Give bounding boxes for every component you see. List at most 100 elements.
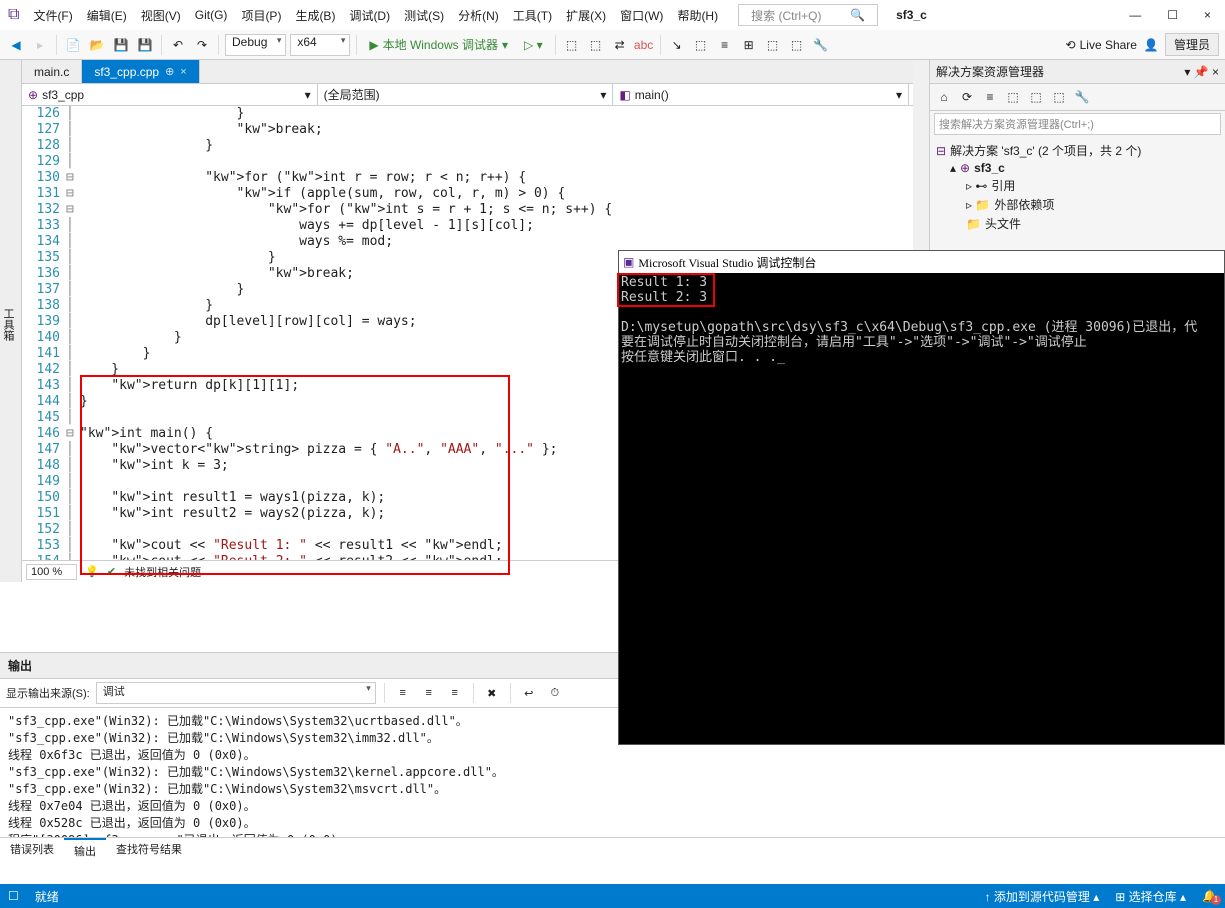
out-icon-1[interactable]: ≡ — [393, 683, 413, 703]
console-titlebar[interactable]: ▣ Microsoft Visual Studio 调试控制台 — [619, 251, 1224, 273]
light-bulb-icon[interactable]: 💡 — [85, 565, 99, 578]
solution-tree[interactable]: ⊟解决方案 'sf3_c' (2 个项目，共 2 个) ▴ ⊕ sf3_c ▹ … — [930, 137, 1225, 237]
tree-external-deps[interactable]: ▹ 📁 外部依赖项 — [936, 195, 1219, 214]
solution-title: 解决方案资源管理器 — [936, 63, 1044, 80]
tab-find-symbol[interactable]: 查找符号结果 — [106, 838, 192, 862]
toolbar-icon-4[interactable]: abc — [634, 35, 654, 55]
menu-build[interactable]: 生成(B) — [289, 6, 341, 25]
forward-button[interactable]: ▸ — [30, 35, 50, 55]
menu-file[interactable]: 文件(F) — [27, 6, 78, 25]
sol-icon-2[interactable]: ⟳ — [957, 87, 977, 107]
feedback-icon[interactable]: 👤 — [1141, 35, 1161, 55]
toolbar-icon-6[interactable]: ⬚ — [691, 35, 711, 55]
toolbar-icon-10[interactable]: ⬚ — [787, 35, 807, 55]
global-search-input[interactable]: 搜索 (Ctrl+Q) 🔍 — [738, 4, 878, 26]
status-ready: 就绪 — [35, 888, 59, 905]
back-button[interactable]: ◀ — [6, 35, 26, 55]
sol-icon-5[interactable]: ⬚ — [1026, 87, 1046, 107]
start-nodebug-button[interactable]: ▷ ▾ — [518, 38, 549, 52]
menu-extensions[interactable]: 扩展(X) — [560, 6, 612, 25]
redo-button[interactable]: ↷ — [192, 35, 212, 55]
sol-icon-6[interactable]: ⬚ — [1049, 87, 1069, 107]
zoom-level[interactable]: 100 % — [26, 564, 77, 580]
toolbar-icon-9[interactable]: ⬚ — [763, 35, 783, 55]
panel-pin-icon[interactable]: 📌 — [1194, 65, 1209, 79]
start-debug-button[interactable]: ▶ 本地 Windows 调试器 ▾ — [363, 36, 514, 53]
status-bar: ☐ 就绪 ↑ 添加到源代码管理 ▴ ⊞ 选择仓库 ▴ 🔔1 — [0, 884, 1225, 908]
status-repo[interactable]: ⊞ 选择仓库 ▴ — [1115, 888, 1186, 905]
output-bottom-tabs: 错误列表 输出 查找符号结果 — [0, 837, 1225, 862]
nav-scope-dropdown[interactable]: (全局范围)▾ — [318, 84, 614, 105]
nav-member-dropdown[interactable]: ◧main()▾ — [613, 84, 909, 105]
sol-wrench-icon[interactable]: 🔧 — [1072, 87, 1092, 107]
toolbar-icon-11[interactable]: 🔧 — [811, 35, 831, 55]
menu-view[interactable]: 视图(V) — [135, 6, 187, 25]
panel-dropdown-icon[interactable]: ▾ — [1184, 65, 1190, 79]
live-share-button[interactable]: ⟲ Live Share — [1066, 38, 1137, 52]
new-item-button[interactable]: 📄 — [63, 35, 83, 55]
debug-console-window[interactable]: ▣ Microsoft Visual Studio 调试控制台 Result 1… — [618, 250, 1225, 745]
toolbar-icon-5[interactable]: ↘ — [667, 35, 687, 55]
tab-pin-icon[interactable]: ⊕ — [165, 65, 174, 78]
status-source-control[interactable]: ↑ 添加到源代码管理 ▴ — [985, 888, 1100, 905]
toolbar-icon-3[interactable]: ⇄ — [610, 35, 630, 55]
config-dropdown[interactable]: Debug — [225, 34, 286, 56]
issues-status: 未找到相关问题 — [124, 564, 201, 580]
tree-headers[interactable]: 📁 头文件 — [936, 214, 1219, 233]
menu-bar[interactable]: ⧉ 文件(F) 编辑(E) 视图(V) Git(G) 项目(P) 生成(B) 调… — [0, 0, 1225, 30]
tree-project[interactable]: ▴ ⊕ sf3_c — [936, 160, 1219, 176]
nav-project-dropdown[interactable]: ⊕sf3_cpp▾ — [22, 84, 318, 105]
tree-references[interactable]: ▹ ⊷ 引用 — [936, 176, 1219, 195]
menu-project[interactable]: 项目(P) — [235, 6, 287, 25]
toolbar-icon-1[interactable]: ⬚ — [562, 35, 582, 55]
project-name: sf3_c — [880, 8, 943, 22]
solution-search-input[interactable]: 搜索解决方案资源管理器(Ctrl+;) — [934, 113, 1221, 135]
tab-close-icon[interactable]: × — [180, 66, 186, 78]
tab-error-list[interactable]: 错误列表 — [0, 838, 64, 862]
line-gutter: 1261271281291301311321331341351361371381… — [22, 106, 66, 560]
server-explorer-pin[interactable]: 工具箱 — [0, 60, 22, 582]
toolbar-icon-7[interactable]: ≡ — [715, 35, 735, 55]
fold-column[interactable]: ││││⊟⊟⊟│││││││││││││⊟│││││││││││ — [66, 106, 80, 560]
window-maximize-button[interactable]: ☐ — [1155, 8, 1190, 22]
status-bell-icon[interactable]: 🔔1 — [1202, 889, 1217, 903]
save-all-button[interactable]: 💾 — [135, 35, 155, 55]
file-tabs: main.c sf3_cpp.cpp ⊕ × — [22, 60, 929, 84]
out-icon-2[interactable]: ≡ — [419, 683, 439, 703]
platform-dropdown[interactable]: x64 — [290, 34, 350, 56]
toolbar-icon-2[interactable]: ⬚ — [586, 35, 606, 55]
main-toolbar: ◀ ▸ 📄 📂 💾 💾 ↶ ↷ Debug x64 ▶ 本地 Windows 调… — [0, 30, 1225, 60]
console-icon: ▣ — [623, 255, 634, 270]
tab-sf3-cpp[interactable]: sf3_cpp.cpp ⊕ × — [82, 60, 199, 83]
menu-help[interactable]: 帮助(H) — [671, 6, 724, 25]
admin-badge: 管理员 — [1165, 33, 1219, 56]
menu-git[interactable]: Git(G) — [189, 7, 234, 23]
menu-window[interactable]: 窗口(W) — [614, 6, 669, 25]
open-button[interactable]: 📂 — [87, 35, 107, 55]
out-icon-3[interactable]: ≡ — [445, 683, 465, 703]
menu-test[interactable]: 测试(S) — [398, 6, 450, 25]
console-output[interactable]: Result 1: 3 Result 2: 3 D:\mysetup\gopat… — [619, 273, 1224, 367]
tree-solution-root[interactable]: ⊟解决方案 'sf3_c' (2 个项目，共 2 个) — [936, 141, 1219, 160]
undo-button[interactable]: ↶ — [168, 35, 188, 55]
output-source-dropdown[interactable]: 调试 — [96, 682, 376, 704]
sol-home-icon[interactable]: ⌂ — [934, 87, 954, 107]
out-wrap-icon[interactable]: ↩ — [519, 683, 539, 703]
menu-tools[interactable]: 工具(T) — [507, 6, 558, 25]
solution-toolbar: ⌂ ⟳ ≡ ⬚ ⬚ ⬚ 🔧 — [930, 84, 1225, 111]
menu-debug[interactable]: 调试(D) — [343, 6, 396, 25]
menu-edit[interactable]: 编辑(E) — [81, 6, 133, 25]
menu-analyze[interactable]: 分析(N) — [452, 6, 505, 25]
window-minimize-button[interactable]: — — [1117, 8, 1153, 22]
window-close-button[interactable]: × — [1192, 8, 1223, 22]
tab-output[interactable]: 输出 — [64, 838, 106, 862]
sol-icon-3[interactable]: ≡ — [980, 87, 1000, 107]
vs-logo-icon: ⧉ — [2, 6, 25, 24]
tab-main-c[interactable]: main.c — [22, 60, 82, 83]
out-icon-6[interactable]: ⏱ — [545, 683, 565, 703]
panel-close-icon[interactable]: × — [1212, 65, 1219, 79]
toolbar-icon-8[interactable]: ⊞ — [739, 35, 759, 55]
save-button[interactable]: 💾 — [111, 35, 131, 55]
out-clear-icon[interactable]: ✖ — [482, 683, 502, 703]
sol-icon-4[interactable]: ⬚ — [1003, 87, 1023, 107]
